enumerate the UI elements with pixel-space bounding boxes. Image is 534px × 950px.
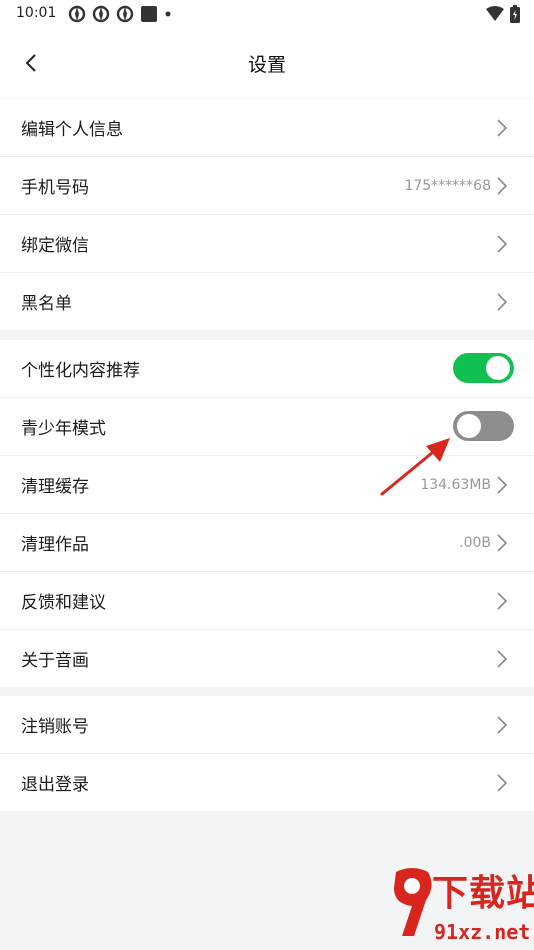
chevron-right-icon — [497, 592, 508, 610]
row-label: 黑名单 — [21, 294, 72, 314]
row-label: 注销账号 — [21, 717, 89, 737]
settings-group-account: 编辑个人信息 手机号码 175******68 绑定微信 黑名单 — [0, 99, 534, 330]
watermark-line1: 下载站 — [432, 873, 534, 914]
settings-row-bind-wechat[interactable]: 绑定微信 — [0, 214, 534, 272]
settings-row-clear-works[interactable]: 清理作品 .00B — [0, 513, 534, 571]
works-size-value: .00B — [459, 534, 491, 551]
chevron-right-icon — [497, 235, 508, 253]
toggle-knob — [486, 356, 510, 380]
settings-row-personalized-recommendation: 个性化内容推荐 — [0, 340, 534, 397]
chevron-right-icon — [497, 476, 508, 494]
row-label: 青少年模式 — [21, 419, 106, 439]
chevron-right-icon — [497, 774, 508, 792]
phone-value: 175******68 — [404, 177, 491, 194]
watermark-line2: 91xz.net — [434, 920, 531, 944]
status-time: 10:01 — [16, 5, 57, 21]
app-notification-icon — [92, 5, 110, 23]
personalized-recommendation-toggle[interactable] — [453, 353, 514, 383]
settings-row-delete-account[interactable]: 注销账号 — [0, 696, 534, 753]
row-label: 反馈和建议 — [21, 593, 106, 613]
status-bar: 10:01 — [0, 0, 534, 28]
row-label: 编辑个人信息 — [21, 120, 123, 140]
toggle-knob — [457, 414, 481, 438]
settings-group-general: 个性化内容推荐 青少年模式 清理缓存 134.63MB 清理作品 .00B 反馈… — [0, 340, 534, 687]
settings-row-about[interactable]: 关于音画 — [0, 629, 534, 687]
row-label: 退出登录 — [21, 775, 89, 795]
chevron-right-icon — [497, 119, 508, 137]
notification-icons — [68, 5, 172, 23]
settings-row-logout[interactable]: 退出登录 — [0, 753, 534, 811]
row-label: 手机号码 — [21, 178, 89, 198]
row-label: 绑定微信 — [21, 236, 89, 256]
row-label: 清理作品 — [21, 535, 89, 555]
settings-group-session: 注销账号 退出登录 — [0, 696, 534, 811]
wifi-icon — [486, 6, 504, 21]
settings-row-blacklist[interactable]: 黑名单 — [0, 272, 534, 330]
row-label: 个性化内容推荐 — [21, 361, 140, 381]
more-notifications-dot-icon — [165, 11, 171, 17]
chevron-right-icon — [497, 716, 508, 734]
row-label: 关于音画 — [21, 651, 89, 671]
app-notification-icon — [116, 5, 134, 23]
settings-row-edit-profile[interactable]: 编辑个人信息 — [0, 99, 534, 156]
teen-mode-toggle[interactable] — [453, 411, 514, 441]
settings-row-feedback[interactable]: 反馈和建议 — [0, 571, 534, 629]
row-label: 清理缓存 — [21, 477, 89, 497]
settings-row-phone[interactable]: 手机号码 175******68 — [0, 156, 534, 214]
nav-bar: 设置 — [0, 28, 534, 98]
watermark: 下载站 91xz.net — [388, 862, 534, 946]
battery-icon — [510, 5, 520, 23]
chevron-right-icon — [497, 534, 508, 552]
system-status-icons — [486, 5, 520, 23]
chevron-right-icon — [497, 650, 508, 668]
chevron-right-icon — [497, 293, 508, 311]
watermark-logo-icon — [394, 868, 432, 936]
annotation-arrow-icon — [380, 438, 450, 496]
chevron-right-icon — [497, 177, 508, 195]
app-notification-icon — [68, 5, 86, 23]
square-notification-icon — [141, 6, 157, 22]
page-title: 设置 — [247, 54, 286, 76]
